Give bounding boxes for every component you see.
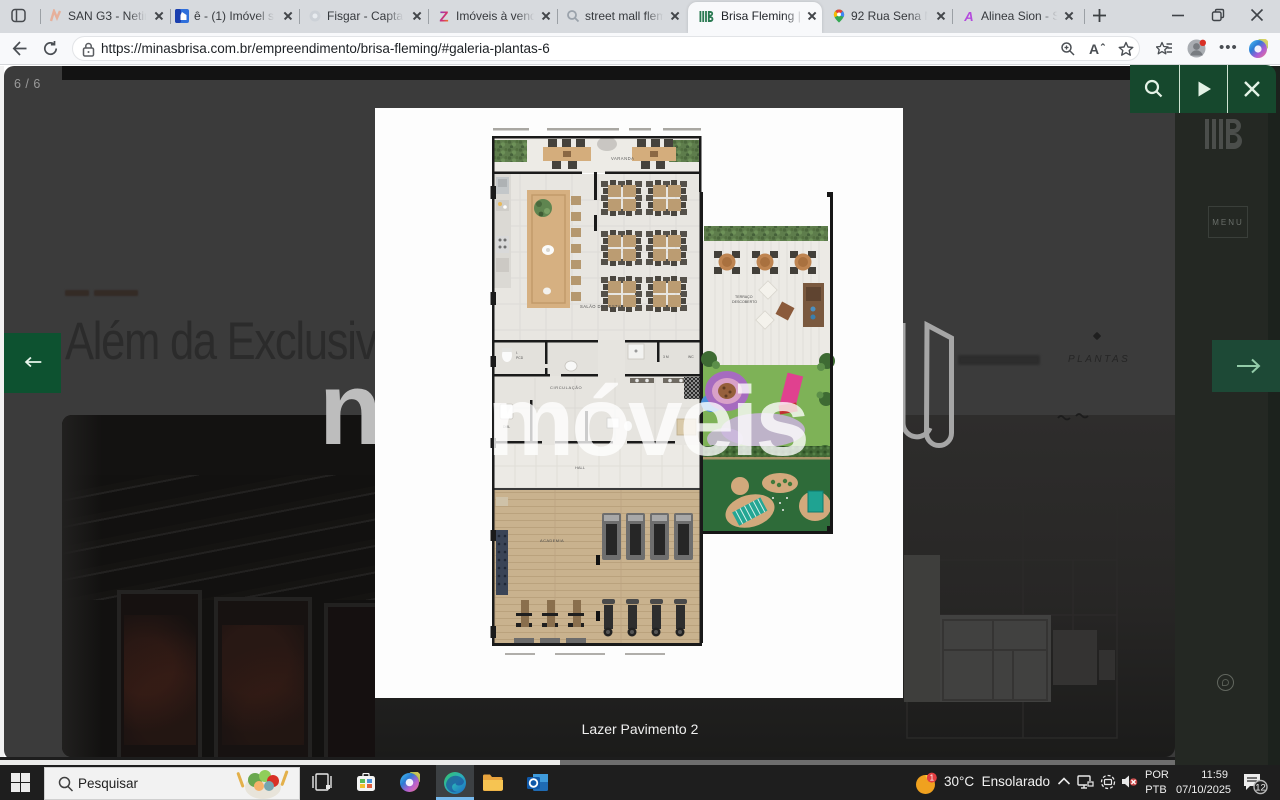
svg-text:móveis: móveis — [487, 366, 807, 476]
svg-text:3 M: 3 M — [663, 355, 669, 359]
svg-text:A: A — [963, 9, 973, 23]
svg-text:SALÃO DE FESTAS: SALÃO DE FESTAS — [580, 304, 624, 309]
svg-text:WC: WC — [688, 355, 694, 359]
svg-text:TERRAÇO: TERRAÇO — [735, 295, 753, 299]
svg-text:DESCOBERTO: DESCOBERTO — [732, 300, 757, 304]
svg-text:I.: I. — [516, 351, 518, 355]
svg-text:1: 1 — [930, 773, 935, 782]
svg-text:12: 12 — [1255, 782, 1266, 793]
svg-text:Z: Z — [439, 9, 448, 23]
svg-text:n: n — [321, 388, 375, 446]
svg-text:PCD: PCD — [516, 356, 524, 360]
svg-text:ACADEMIA: ACADEMIA — [540, 538, 564, 543]
svg-text:VARANDA: VARANDA — [611, 156, 634, 161]
